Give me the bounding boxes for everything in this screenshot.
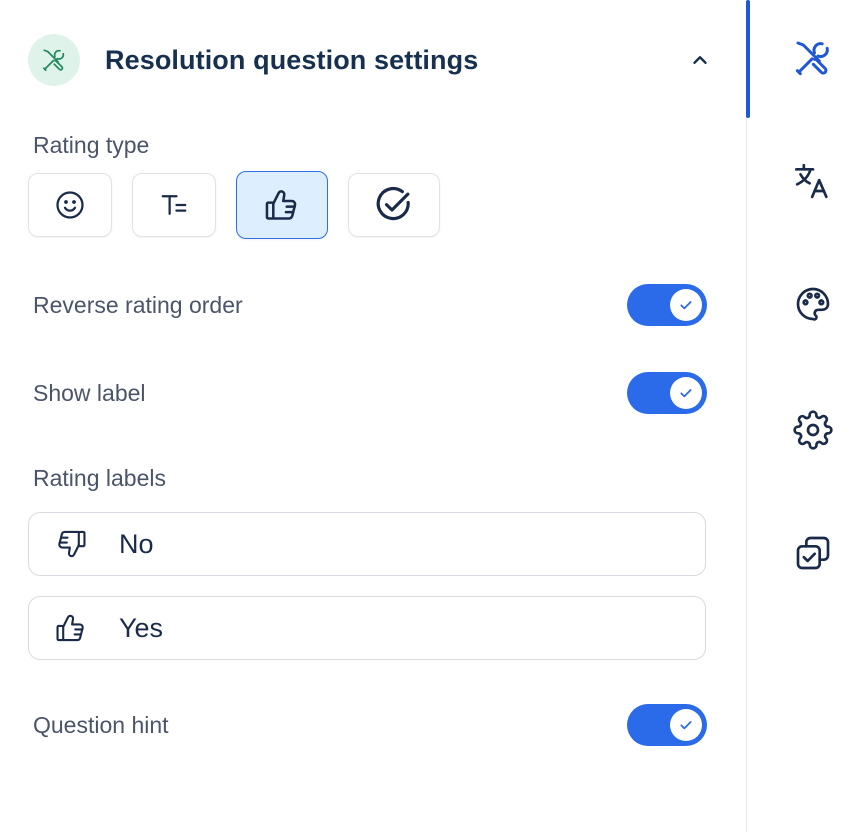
rating-label-yes-input[interactable] bbox=[119, 612, 679, 644]
rating-label-yes-field bbox=[28, 596, 706, 660]
settings-panel: Resolution question settings Rating type bbox=[0, 0, 746, 832]
checkmark-icon bbox=[680, 301, 692, 310]
side-rail bbox=[746, 0, 866, 832]
rating-labels-label: Rating labels bbox=[33, 465, 166, 491]
rating-label-no-input[interactable] bbox=[119, 528, 679, 560]
rating-label-no-field bbox=[28, 512, 706, 576]
chevron-up-icon bbox=[693, 56, 707, 64]
collapse-button[interactable] bbox=[682, 42, 718, 78]
panel-title: Resolution question settings bbox=[105, 44, 479, 75]
smiley-icon bbox=[56, 191, 84, 219]
checkmark-icon bbox=[680, 721, 692, 730]
translate-icon bbox=[795, 163, 828, 199]
question-hint-label: Question hint bbox=[33, 711, 169, 738]
reverse-rating-order-row: Reverse rating order bbox=[33, 284, 707, 326]
tools-icon bbox=[28, 34, 80, 86]
rail-active-indicator bbox=[746, 0, 750, 118]
panel-header: Resolution question settings bbox=[28, 34, 718, 86]
toggle-knob bbox=[670, 709, 702, 741]
rating-type-smiley-button[interactable] bbox=[28, 173, 112, 237]
thumbs-up-icon bbox=[29, 611, 113, 645]
reverse-rating-order-toggle[interactable] bbox=[627, 284, 707, 326]
palette-icon bbox=[796, 287, 830, 321]
reverse-rating-order-label: Reverse rating order bbox=[33, 291, 243, 318]
thumbs-up-icon bbox=[265, 190, 297, 220]
rating-type-check-button[interactable] bbox=[348, 173, 440, 237]
rail-translate-button[interactable] bbox=[787, 155, 839, 207]
gear-icon bbox=[793, 410, 833, 450]
rating-type-thumbs-button[interactable] bbox=[236, 171, 328, 239]
show-label-label: Show label bbox=[33, 379, 146, 406]
thumbs-down-icon bbox=[29, 527, 113, 561]
checkmark-icon bbox=[680, 389, 692, 398]
rating-type-text-button[interactable] bbox=[132, 173, 216, 237]
text-scale-icon bbox=[161, 195, 187, 215]
check-circle-icon bbox=[376, 186, 410, 221]
rail-settings-button[interactable] bbox=[787, 404, 839, 456]
tools-icon bbox=[795, 41, 829, 76]
show-label-toggle[interactable] bbox=[627, 372, 707, 414]
duplicate-check-icon bbox=[796, 536, 830, 570]
toggle-knob bbox=[670, 377, 702, 409]
question-hint-toggle[interactable] bbox=[627, 704, 707, 746]
rail-logic-button[interactable] bbox=[787, 527, 839, 579]
toggle-knob bbox=[670, 289, 702, 321]
rail-tools-button[interactable] bbox=[787, 32, 839, 84]
question-hint-row: Question hint bbox=[33, 704, 707, 746]
rail-theme-button[interactable] bbox=[787, 278, 839, 330]
rating-type-label: Rating type bbox=[33, 132, 150, 158]
show-label-row: Show label bbox=[33, 372, 707, 414]
